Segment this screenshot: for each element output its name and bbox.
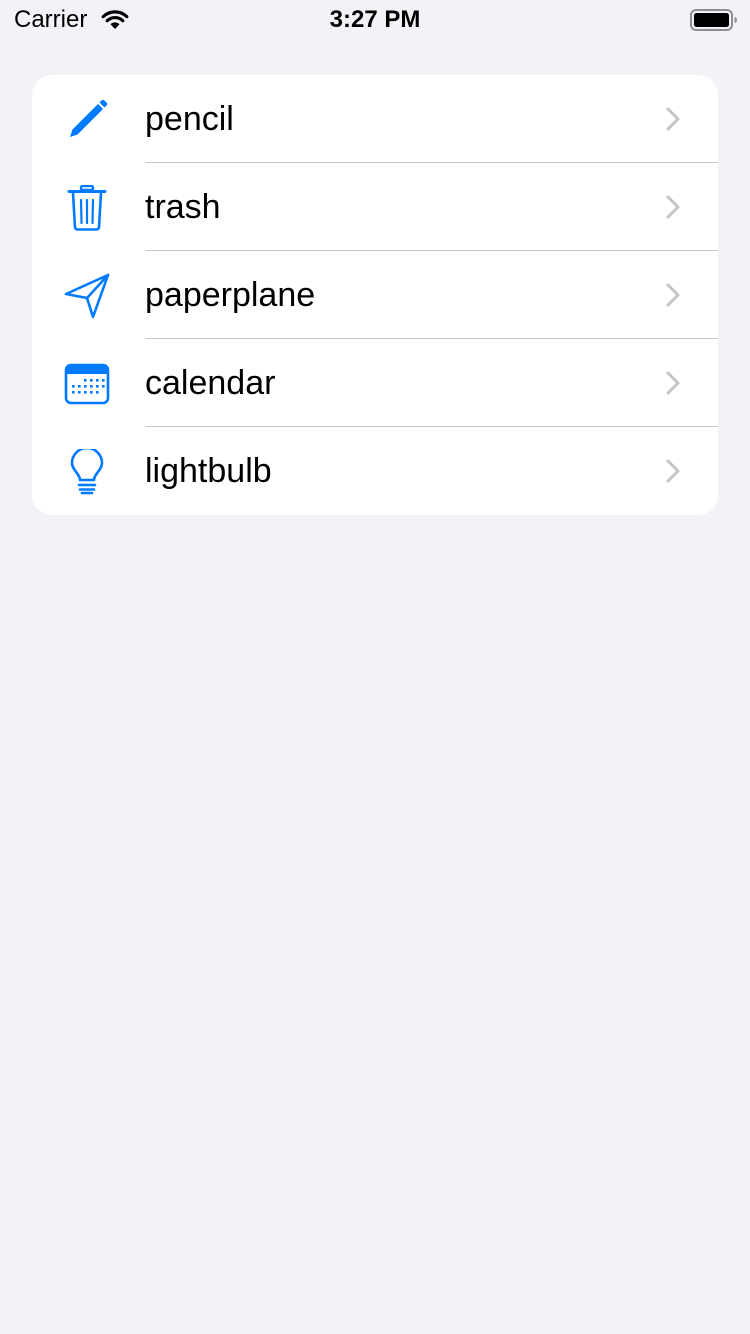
list-row-label: pencil [145,100,234,138]
status-time: 3:27 PM [329,6,421,33]
chevron-right-icon [664,369,682,397]
chevron-right-icon [664,281,682,309]
list-row-label: calendar [145,364,276,402]
list-row-pencil[interactable]: pencil [32,75,718,163]
list-row-label: lightbulb [145,452,272,490]
chevron-right-icon [664,193,682,221]
list-row-calendar[interactable]: calendar [32,339,718,427]
lightbulb-icon [64,449,110,495]
paperplane-icon [64,273,110,319]
icon-list: pencil trash paperplane calendar lightbu… [32,75,718,515]
status-bar: Carrier 3:27 PM [0,0,750,40]
calendar-icon [64,361,110,407]
battery-icon [690,8,738,32]
chevron-right-icon [664,457,682,485]
list-row-lightbulb[interactable]: lightbulb [32,427,718,515]
trash-icon [64,185,110,231]
list-row-label: paperplane [145,276,316,314]
pencil-icon [64,97,110,143]
list-row-trash[interactable]: trash [32,163,718,251]
chevron-right-icon [664,105,682,133]
list-row-paperplane[interactable]: paperplane [32,251,718,339]
list-row-label: trash [145,188,221,226]
